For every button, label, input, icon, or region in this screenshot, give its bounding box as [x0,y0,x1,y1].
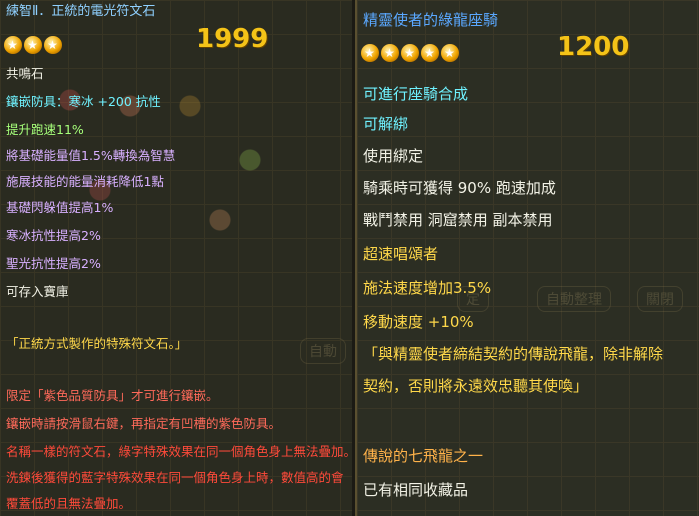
green-effect-line: 提升跑速11% [6,122,84,137]
star-icon: ★ [44,36,62,54]
unbind-line: 可解綁 [363,115,409,133]
bg-close-button: 關閉 [637,286,683,312]
item-title: 練智Ⅱ．正統的電光符文石 [6,4,156,19]
bg-auto-sort-button: 自動整理 [537,286,611,312]
purple-effect-line: 將基礎能量值1.5%轉換為智慧 [6,148,176,163]
star-rating: ★ ★ ★ [4,34,64,54]
restriction-line: 戰鬥禁用 洞窟禁用 副本禁用 [363,211,553,229]
price-badge: 1200 [557,32,630,62]
left-tooltip-panel: 自動 練智Ⅱ．正統的電光符文石 ★ ★ ★ 1999 共鳴石 鑲嵌防具：寒冰 +20… [0,0,352,516]
ride-speed-line: 騎乘時可獲得 90% 跑速加成 [363,179,556,197]
bind-on-use-line: 使用綁定 [363,147,424,165]
purple-effect-line: 基礎閃躲值提高1% [6,200,114,215]
right-tooltip-panel: 定 自動整理 關閉 精靈使者的綠龍座騎 ★ ★ ★ ★ ★ 1200 可進行座騎合成 可… [355,0,699,516]
lore-line: 傳說的七飛龍之一 [363,447,484,465]
storage-note-line: 可存入寶庫 [6,284,69,299]
bg-auto-button: 自動 [300,338,346,364]
item-title: 精靈使者的綠龍座騎 [363,11,499,29]
purple-effect-line: 施展技能的能量消耗降低1點 [6,174,164,189]
restriction-line: 限定「紫色品質防具」才可進行鑲嵌。 [6,388,219,403]
star-icon: ★ [361,44,379,62]
collection-note-line: 已有相同收藏品 [363,481,469,499]
flavor-text-line: 契約，否則將永遠效忠聽其使喚」 [363,377,589,395]
restriction-line: 洗鍊後獲得的藍字特殊效果在同一個角色身上時，數值高的會 [6,470,344,485]
embed-stat-line: 鑲嵌防具：寒冰 +200 抗性 [6,94,161,109]
star-rating: ★ ★ ★ ★ ★ [361,42,461,62]
star-icon: ★ [381,44,399,62]
cast-speed-line: 施法速度增加3.5% [363,279,492,297]
restriction-line: 覆蓋低的且無法疊加。 [6,496,132,511]
star-icon: ★ [421,44,439,62]
star-icon: ★ [24,36,42,54]
move-speed-line: 移動速度 +10% [363,313,474,331]
star-icon: ★ [401,44,419,62]
flavor-text-line: 「正統方式製作的特殊符文石。」 [6,336,188,351]
star-icon: ★ [441,44,459,62]
restriction-line: 鑲嵌時請按滑鼠右鍵，再指定有凹槽的紫色防具。 [6,416,282,431]
purple-effect-line: 寒冰抗性提高2% [6,228,101,243]
price-badge: 1999 [196,24,269,54]
purple-effect-line: 聖光抗性提高2% [6,256,101,271]
skill-name-line: 超速唱頌者 [363,245,439,263]
star-icon: ★ [4,36,22,54]
restriction-line: 名稱一樣的符文石，綠字特殊效果在同一個角色身上無法疊加。 [6,444,352,459]
flavor-text-line: 「與精靈使者締結契約的傳說飛龍，除非解除 [363,345,664,363]
item-type-line: 共鳴石 [6,66,44,81]
mount-fusion-line: 可進行座騎合成 [363,85,469,103]
inventory-items-background [40,70,340,370]
